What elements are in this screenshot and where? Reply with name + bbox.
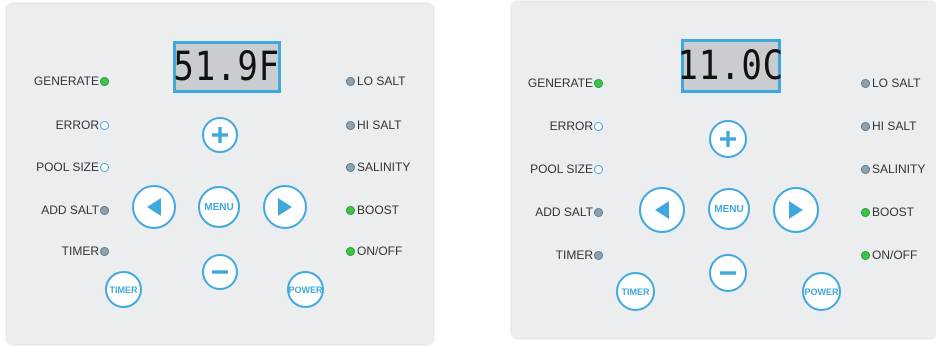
power-label: POWER: [288, 284, 323, 295]
indicator-label: TIMER: [61, 244, 99, 258]
indicator-label: LO SALT: [872, 76, 921, 90]
indicator-boost: BOOST: [346, 203, 399, 217]
indicator-label: ADD SALT: [535, 205, 593, 219]
indicator-label: BOOST: [357, 203, 400, 217]
indicator-label: HI SALT: [872, 119, 917, 133]
led-icon: [346, 162, 355, 172]
indicator-label: ERROR: [55, 118, 99, 132]
display-value: 51.9F: [173, 44, 281, 90]
indicator-label: LO SALT: [357, 74, 406, 88]
led-icon: [861, 78, 870, 88]
lcd-display: 51.9F: [173, 41, 281, 93]
led-icon: [861, 250, 870, 260]
led-icon: [346, 120, 355, 130]
led-icon: [861, 207, 870, 217]
timer-label: TIMER: [109, 284, 138, 295]
led-icon: [594, 164, 603, 174]
plus-icon: [720, 131, 736, 147]
indicator-label: HI SALT: [357, 118, 402, 132]
indicator-pool-size: POOL SIZE: [503, 162, 603, 176]
indicator-boost: BOOST: [861, 205, 914, 219]
indicator-hi-salt: HI SALT: [861, 119, 916, 133]
indicator-label: ADD SALT: [41, 203, 99, 217]
led-icon: [594, 121, 603, 131]
power-button[interactable]: POWER: [287, 271, 324, 308]
led-icon: [861, 164, 870, 174]
indicator-timer: TIMER: [9, 244, 109, 258]
indicator-label: POOL SIZE: [36, 160, 99, 174]
indicator-error: ERROR: [503, 119, 603, 133]
control-panel-right: 11.0C GENERATE ERROR POOL SIZE ADD SALT …: [512, 2, 936, 338]
led-icon: [861, 121, 870, 131]
right-button[interactable]: [773, 187, 819, 233]
display-value: 11.0C: [677, 43, 785, 89]
indicator-generate: GENERATE: [503, 76, 603, 90]
left-arrow-icon: [655, 201, 669, 219]
led-icon: [100, 246, 109, 256]
led-icon: [100, 76, 109, 86]
indicator-label: ERROR: [549, 119, 593, 133]
indicator-salinity: SALINITY: [346, 160, 410, 174]
timer-button[interactable]: TIMER: [105, 271, 142, 308]
indicator-label: TIMER: [555, 248, 593, 262]
left-arrow-icon: [147, 198, 161, 216]
indicator-pool-size: POOL SIZE: [9, 160, 109, 174]
menu-label: MENU: [204, 201, 234, 213]
right-arrow-icon: [789, 201, 803, 219]
indicator-label: GENERATE: [527, 76, 593, 90]
indicator-add-salt: ADD SALT: [9, 203, 109, 217]
led-icon: [594, 250, 603, 260]
indicator-label: GENERATE: [33, 74, 99, 88]
down-button[interactable]: [202, 254, 238, 290]
menu-button[interactable]: MENU: [708, 188, 750, 230]
indicator-label: SALINITY: [357, 160, 411, 174]
indicator-hi-salt: HI SALT: [346, 118, 401, 132]
led-icon: [100, 162, 109, 172]
indicator-lo-salt: LO SALT: [861, 76, 920, 90]
indicator-timer: TIMER: [503, 248, 603, 262]
indicator-error: ERROR: [9, 118, 109, 132]
indicator-on-off: ON/OFF: [861, 248, 917, 262]
down-button[interactable]: [709, 254, 747, 292]
indicator-label: ON/OFF: [872, 248, 918, 262]
indicator-label: POOL SIZE: [530, 162, 593, 176]
menu-label: MENU: [714, 203, 744, 215]
left-button[interactable]: [132, 185, 176, 229]
led-icon: [346, 76, 355, 86]
plus-icon: [212, 127, 228, 143]
minus-icon: [720, 271, 736, 275]
power-label: POWER: [804, 286, 839, 297]
up-button[interactable]: [709, 120, 747, 158]
indicator-salinity: SALINITY: [861, 162, 925, 176]
lcd-display: 11.0C: [678, 39, 783, 93]
up-button[interactable]: [202, 117, 238, 153]
led-icon: [346, 246, 355, 256]
timer-label: TIMER: [621, 286, 650, 297]
indicator-label: SALINITY: [872, 162, 926, 176]
indicator-lo-salt: LO SALT: [346, 74, 405, 88]
right-arrow-icon: [278, 198, 292, 216]
left-button[interactable]: [639, 187, 685, 233]
right-button[interactable]: [263, 185, 307, 229]
indicator-label: ON/OFF: [357, 244, 403, 258]
control-panel-left: 51.9F GENERATE ERROR POOL SIZE ADD SALT …: [7, 4, 433, 344]
indicator-add-salt: ADD SALT: [503, 205, 603, 219]
led-icon: [346, 205, 355, 215]
led-icon: [594, 207, 603, 217]
led-icon: [100, 120, 109, 130]
minus-icon: [212, 270, 228, 274]
power-button[interactable]: POWER: [802, 272, 841, 311]
indicator-generate: GENERATE: [9, 74, 109, 88]
menu-button[interactable]: MENU: [198, 186, 240, 228]
led-icon: [594, 78, 603, 88]
timer-button[interactable]: TIMER: [616, 272, 655, 311]
led-icon: [100, 205, 109, 215]
indicator-label: BOOST: [872, 205, 915, 219]
indicator-on-off: ON/OFF: [346, 244, 402, 258]
